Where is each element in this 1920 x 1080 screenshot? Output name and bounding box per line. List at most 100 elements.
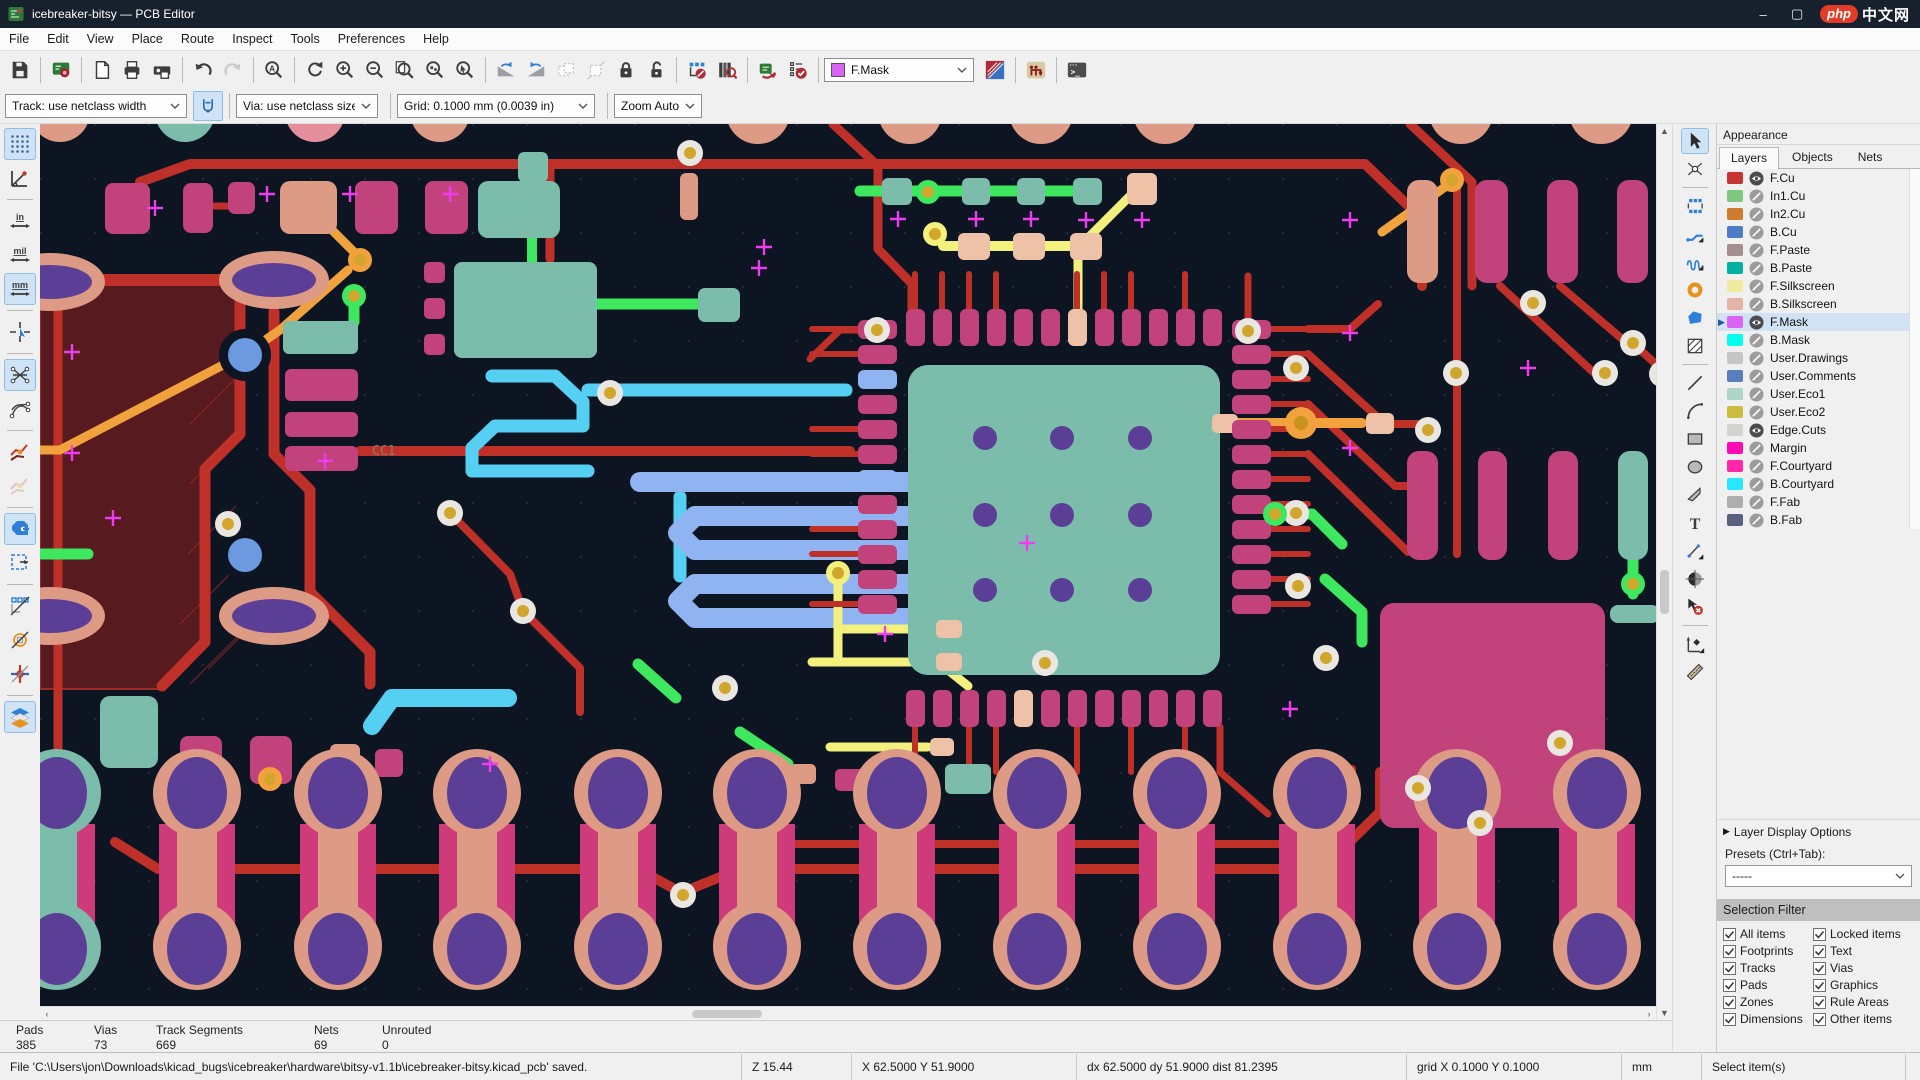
- layer-row-f.cu[interactable]: F.Cu: [1717, 169, 1920, 187]
- delete-tool-button[interactable]: [1681, 594, 1709, 620]
- via-size-select[interactable]: Via: use netclass sizes: [236, 93, 378, 118]
- filter-graphics[interactable]: Graphics: [1813, 978, 1913, 992]
- menu-place[interactable]: Place: [123, 29, 172, 49]
- layer-row-edge.cuts[interactable]: Edge.Cuts: [1717, 421, 1920, 439]
- layer-visible-eye-icon[interactable]: [1749, 314, 1764, 330]
- layer-color-swatch[interactable]: [1727, 208, 1743, 220]
- minimize-button[interactable]: –: [1746, 0, 1780, 28]
- layer-row-f.fab[interactable]: F.Fab: [1717, 493, 1920, 511]
- layer-hidden-icon[interactable]: [1749, 512, 1764, 528]
- layer-list-scrollbar[interactable]: [1909, 169, 1920, 529]
- zoom-out-button[interactable]: [360, 55, 390, 85]
- layer-visible-eye-icon[interactable]: [1749, 422, 1764, 438]
- layer-color-swatch[interactable]: [1727, 478, 1743, 490]
- layer-row-f.mask[interactable]: ▶ F.Mask: [1717, 313, 1920, 331]
- cursor-shape-button[interactable]: [4, 316, 36, 348]
- flip-cw-button[interactable]: [521, 55, 551, 85]
- layer-color-swatch[interactable]: [1727, 280, 1743, 292]
- layer-color-swatch[interactable]: [1727, 424, 1743, 436]
- layer-color-swatch[interactable]: [1727, 460, 1743, 472]
- layer-color-swatch[interactable]: [1727, 496, 1743, 508]
- find-button[interactable]: A: [259, 55, 289, 85]
- scroll-right-icon[interactable]: ›: [1642, 1007, 1656, 1021]
- update-pcb-button[interactable]: [753, 55, 783, 85]
- print-button[interactable]: [117, 55, 147, 85]
- layer-color-swatch[interactable]: [1727, 514, 1743, 526]
- layer-hidden-icon[interactable]: [1749, 476, 1764, 492]
- layer-presentation-button[interactable]: [980, 55, 1010, 85]
- units-in-button[interactable]: in: [4, 205, 36, 237]
- layer-row-in1.cu[interactable]: In1.Cu: [1717, 187, 1920, 205]
- horizontal-scrollbar[interactable]: ‹ ›: [40, 1006, 1656, 1020]
- layer-color-swatch[interactable]: [1727, 388, 1743, 400]
- zoom-objects-button[interactable]: [420, 55, 450, 85]
- layer-hidden-icon[interactable]: [1749, 368, 1764, 384]
- tab-nets[interactable]: Nets: [1846, 146, 1895, 168]
- menu-route[interactable]: Route: [172, 29, 223, 49]
- menu-view[interactable]: View: [78, 29, 123, 49]
- library-browser-button[interactable]: [712, 55, 742, 85]
- page-settings-button[interactable]: [87, 55, 117, 85]
- zone-outline-button[interactable]: [4, 547, 36, 579]
- layer-hidden-icon[interactable]: [1749, 296, 1764, 312]
- layer-color-swatch[interactable]: [1727, 334, 1743, 346]
- layer-color-swatch[interactable]: [1727, 244, 1743, 256]
- zoom-selection-button[interactable]: [450, 55, 480, 85]
- layer-row-user.comments[interactable]: User.Comments: [1717, 367, 1920, 385]
- save-button[interactable]: [5, 55, 35, 85]
- layer-row-f.paste[interactable]: F.Paste: [1717, 241, 1920, 259]
- pcb-canvas[interactable]: CC1: [40, 124, 1656, 1006]
- resize-grip[interactable]: [1906, 1054, 1920, 1080]
- unlock-button[interactable]: [641, 55, 671, 85]
- layer-row-b.fab[interactable]: B.Fab: [1717, 511, 1920, 529]
- measure-button[interactable]: [1681, 659, 1709, 685]
- menu-tools[interactable]: Tools: [282, 29, 329, 49]
- layer-display-options[interactable]: ▶ Layer Display Options: [1717, 819, 1920, 843]
- layer-color-swatch[interactable]: [1727, 298, 1743, 310]
- grid-origin-button[interactable]: [1681, 631, 1709, 657]
- lock-button[interactable]: [611, 55, 641, 85]
- polar-coords-button[interactable]: [4, 162, 36, 194]
- layer-row-b.courtyard[interactable]: B.Courtyard: [1717, 475, 1920, 493]
- draw-line-button[interactable]: [1681, 370, 1709, 396]
- filter-dimensions[interactable]: Dimensions: [1723, 1012, 1813, 1026]
- highlight-nets-dim-button[interactable]: [4, 470, 36, 502]
- draw-circle-button[interactable]: [1681, 454, 1709, 480]
- redo-button[interactable]: [218, 55, 248, 85]
- scroll-down-icon[interactable]: ▼: [1657, 1006, 1672, 1020]
- layer-hidden-icon[interactable]: [1749, 206, 1764, 222]
- menu-preferences[interactable]: Preferences: [329, 29, 414, 49]
- draw-polygon-button[interactable]: [1681, 482, 1709, 508]
- board-setup-button[interactable]: [46, 55, 76, 85]
- scroll-up-icon[interactable]: ▲: [1657, 124, 1672, 138]
- rule-area-button[interactable]: [1681, 333, 1709, 359]
- tab-objects[interactable]: Objects: [1780, 146, 1845, 168]
- ungroup-button[interactable]: [581, 55, 611, 85]
- layer-color-swatch[interactable]: [1727, 226, 1743, 238]
- vertical-scroll-thumb[interactable]: [1660, 570, 1669, 614]
- layer-row-b.paste[interactable]: B.Paste: [1717, 259, 1920, 277]
- layer-row-in2.cu[interactable]: In2.Cu: [1717, 205, 1920, 223]
- filter-pads[interactable]: Pads: [1723, 978, 1813, 992]
- dimension-button[interactable]: [1681, 538, 1709, 564]
- zoom-in-button[interactable]: [330, 55, 360, 85]
- grid-select[interactable]: Grid: 0.1000 mm (0.0039 in): [397, 93, 595, 118]
- tune-length-button[interactable]: [1681, 249, 1709, 275]
- net-inspector-button[interactable]: [1021, 55, 1051, 85]
- layer-row-user.drawings[interactable]: User.Drawings: [1717, 349, 1920, 367]
- menu-file[interactable]: File: [0, 29, 38, 49]
- layer-hidden-icon[interactable]: [1749, 332, 1764, 348]
- drc-button[interactable]: [783, 55, 813, 85]
- layer-color-swatch[interactable]: [1727, 172, 1743, 184]
- layer-color-swatch[interactable]: [1727, 352, 1743, 364]
- zone-filled-button[interactable]: [4, 513, 36, 545]
- layer-color-swatch[interactable]: [1727, 316, 1743, 328]
- layer-hidden-icon[interactable]: [1749, 350, 1764, 366]
- ratsnest-button[interactable]: [4, 359, 36, 391]
- layer-hidden-icon[interactable]: [1749, 278, 1764, 294]
- maximize-button[interactable]: ▢: [1780, 0, 1814, 28]
- filter-all-items[interactable]: All items: [1723, 927, 1813, 941]
- track-posture-button[interactable]: [193, 90, 223, 121]
- layer-visible-eye-icon[interactable]: [1749, 170, 1764, 186]
- layer-row-user.eco2[interactable]: User.Eco2: [1717, 403, 1920, 421]
